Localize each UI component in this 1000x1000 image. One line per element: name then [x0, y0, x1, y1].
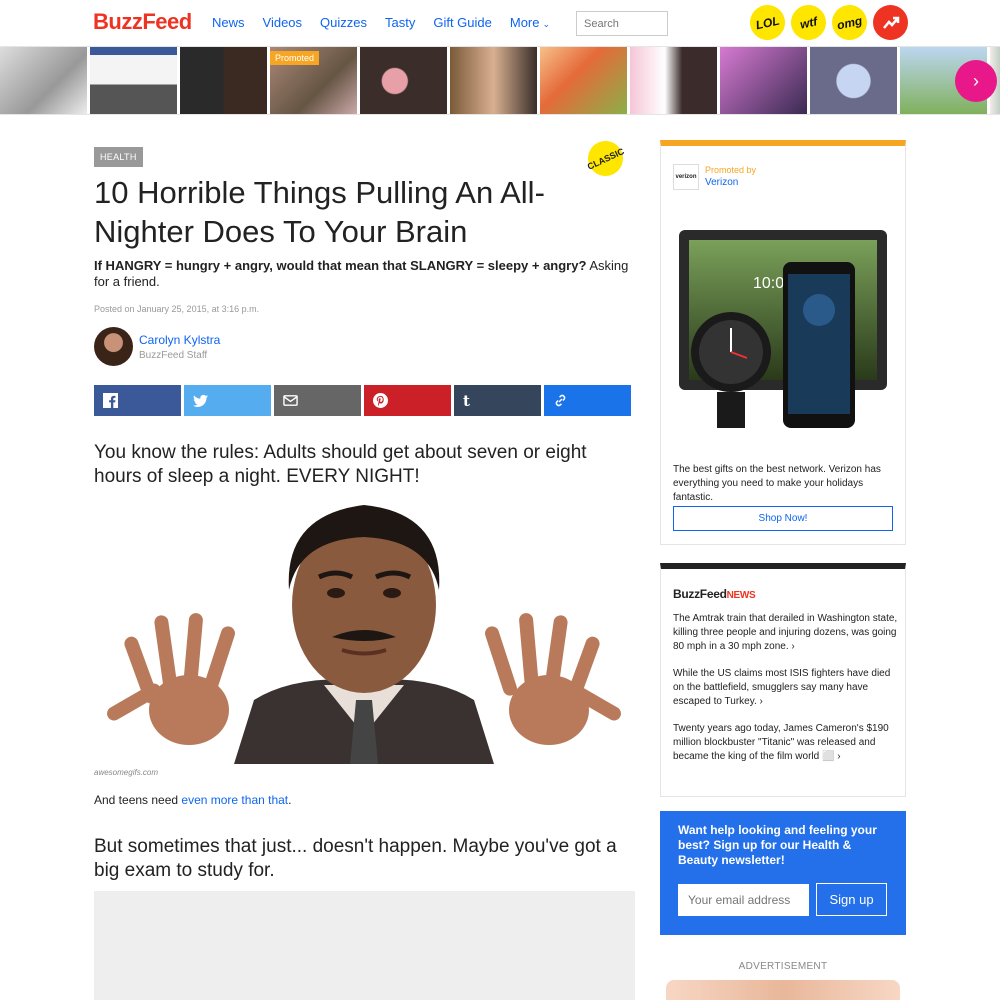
link-icon	[555, 394, 566, 407]
omg-badge[interactable]: omg	[828, 1, 871, 44]
news-headline[interactable]: While the US claims most ISIS fighters h…	[673, 667, 898, 709]
thumbnail[interactable]	[720, 47, 807, 114]
nav-gift-guide[interactable]: Gift Guide	[433, 15, 492, 30]
news-headline[interactable]: Twenty years ago today, James Cameron's …	[673, 722, 898, 764]
wtf-badge[interactable]: wtf	[787, 1, 830, 44]
nav-videos[interactable]: Videos	[263, 15, 303, 30]
tumblr-icon: t	[463, 391, 470, 410]
trending-strip: Promoted ›	[0, 47, 1000, 115]
news-headline[interactable]: The Amtrak train that derailed in Washin…	[673, 612, 898, 654]
avatar[interactable]	[94, 327, 133, 366]
email-field[interactable]	[678, 884, 809, 916]
facebook-share-button[interactable]	[94, 385, 181, 416]
pinterest-share-button[interactable]	[364, 385, 451, 416]
para-text: And teens need	[94, 793, 182, 807]
thumbnail[interactable]	[540, 47, 627, 114]
subhead: You know the rules: Adults should get ab…	[94, 442, 587, 487]
lol-badge[interactable]: LOL	[746, 1, 789, 44]
advertisement-label: ADVERTISEMENT	[738, 961, 828, 972]
promoted-label: Promoted	[270, 51, 320, 65]
author-name[interactable]: Carolyn Kylstra	[139, 333, 220, 347]
promoted-by-label: Promoted by	[705, 165, 757, 175]
buzzfeed-news-box: BuzzFeedNEWS The Amtrak train that derai…	[660, 563, 906, 797]
verizon-logo: verizon	[673, 164, 699, 190]
email-share-button[interactable]	[274, 385, 361, 416]
inline-link[interactable]: even more than that	[181, 793, 288, 807]
site-header: BuzzFeed News Videos Quizzes Tasty Gift …	[0, 0, 1000, 47]
pinterest-icon	[373, 393, 388, 408]
nav-tasty[interactable]: Tasty	[385, 15, 415, 30]
thumbnail[interactable]	[810, 47, 897, 114]
ad-product-image[interactable]: 10:00	[675, 226, 895, 431]
ad-body: The best gifts on the best network. Veri…	[673, 464, 881, 503]
main-nav: News Videos Quizzes Tasty Gift Guide Mor…	[212, 15, 568, 30]
sponsor-name[interactable]: Verizon	[705, 177, 738, 188]
posted-date: Posted on January 25, 2015, at 3:16 p.m.	[94, 304, 260, 314]
news-logo-sub: NEWS	[726, 590, 756, 601]
buzzfeed-news-logo[interactable]: BuzzFeedNEWS	[673, 587, 756, 601]
image-credit[interactable]: awesomegifs.com	[94, 768, 158, 777]
nav-more-label: More	[509, 15, 540, 30]
facebook-icon	[103, 393, 118, 408]
article-gif	[94, 495, 634, 764]
shop-now-button[interactable]: Shop Now!	[673, 506, 893, 531]
tumblr-share-button[interactable]: t	[454, 385, 541, 416]
image-placeholder	[94, 891, 635, 1000]
chevron-down-icon: ⌄	[542, 19, 551, 29]
article-dek: If HANGRY = hungry + angry, would that m…	[94, 258, 642, 290]
author-role: BuzzFeed Staff	[139, 350, 208, 361]
subhead: But sometimes that just... doesn't happe…	[94, 836, 617, 881]
nav-more[interactable]: More ⌄	[510, 15, 550, 30]
article-title: 10 Horrible Things Pulling An All-Nighte…	[94, 175, 545, 249]
chevron-right-icon[interactable]: ›	[955, 60, 997, 102]
trending-icon[interactable]	[873, 5, 908, 40]
dek-bold: If HANGRY = hungry + angry, would that m…	[94, 258, 587, 273]
thumbnail[interactable]	[180, 47, 267, 114]
thumbnail[interactable]	[630, 47, 717, 114]
thumbnail[interactable]	[0, 47, 87, 114]
advertisement-slot[interactable]	[666, 980, 900, 1000]
body-paragraph: And teens need even more than that.	[94, 793, 291, 807]
thumbnail[interactable]	[450, 47, 537, 114]
mail-icon	[283, 395, 298, 406]
reaction-badges: LOL wtf omg	[746, 1, 908, 44]
thumbnail[interactable]	[90, 47, 177, 114]
nav-quizzes[interactable]: Quizzes	[320, 15, 367, 30]
twitter-icon	[193, 394, 208, 407]
sponsored-ad[interactable]: verizon Promoted by Verizon 10:00 The be…	[660, 140, 906, 545]
copy-link-button[interactable]	[544, 385, 631, 416]
buzzfeed-logo[interactable]: BuzzFeed	[93, 9, 192, 35]
twitter-share-button[interactable]	[184, 385, 271, 416]
thumbnail[interactable]: Promoted	[270, 47, 357, 114]
newsletter-title: Want help looking and feeling your best?…	[678, 823, 877, 867]
para-end: .	[288, 793, 292, 807]
thumbnail[interactable]	[360, 47, 447, 114]
nav-news[interactable]: News	[212, 15, 245, 30]
news-logo-main: BuzzFeed	[673, 587, 727, 601]
section-tag[interactable]: HEALTH	[94, 147, 143, 167]
search-input[interactable]	[576, 11, 668, 36]
newsletter-signup: Want help looking and feeling your best?…	[660, 811, 906, 935]
sign-up-button[interactable]: Sign up	[816, 883, 887, 916]
share-bar: t	[94, 385, 631, 416]
